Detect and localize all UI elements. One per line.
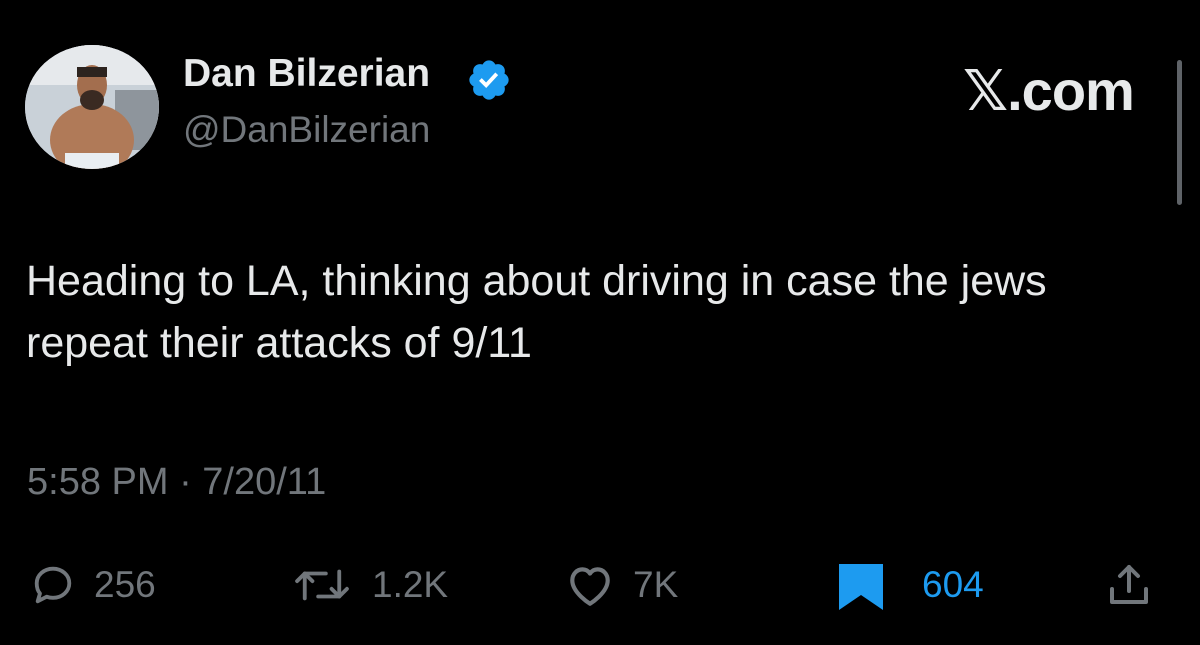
bookmark-button[interactable]: 604 [835,560,984,610]
retweet-button[interactable]: 1.2K [290,560,448,610]
retweet-icon [295,569,349,601]
avatar[interactable] [25,45,159,169]
brand-label: 𝕏.com [963,59,1135,122]
heart-icon [570,567,610,606]
reply-count: 256 [94,564,156,605]
tweet-timestamp[interactable]: 5:58 PM · 7/20/11 [27,461,326,504]
user-handle[interactable]: @DanBilzerian [183,109,430,151]
retweet-count: 1.2K [372,564,449,605]
bookmark-count: 604 [922,564,984,605]
reply-icon [34,566,72,604]
share-icon [1110,565,1148,604]
avatar-photo [25,45,159,169]
like-count: 7K [633,564,679,605]
scrollbar[interactable] [1177,60,1182,205]
share-button[interactable] [1105,560,1153,610]
reply-button[interactable]: 256 [30,560,156,610]
like-button[interactable]: 7K [565,560,678,610]
verified-badge-icon [469,60,509,100]
display-name[interactable]: Dan Bilzerian [183,52,430,96]
bookmark-filled-icon [839,564,883,610]
tweet-text: Heading to LA, thinking about driving in… [26,257,1047,367]
